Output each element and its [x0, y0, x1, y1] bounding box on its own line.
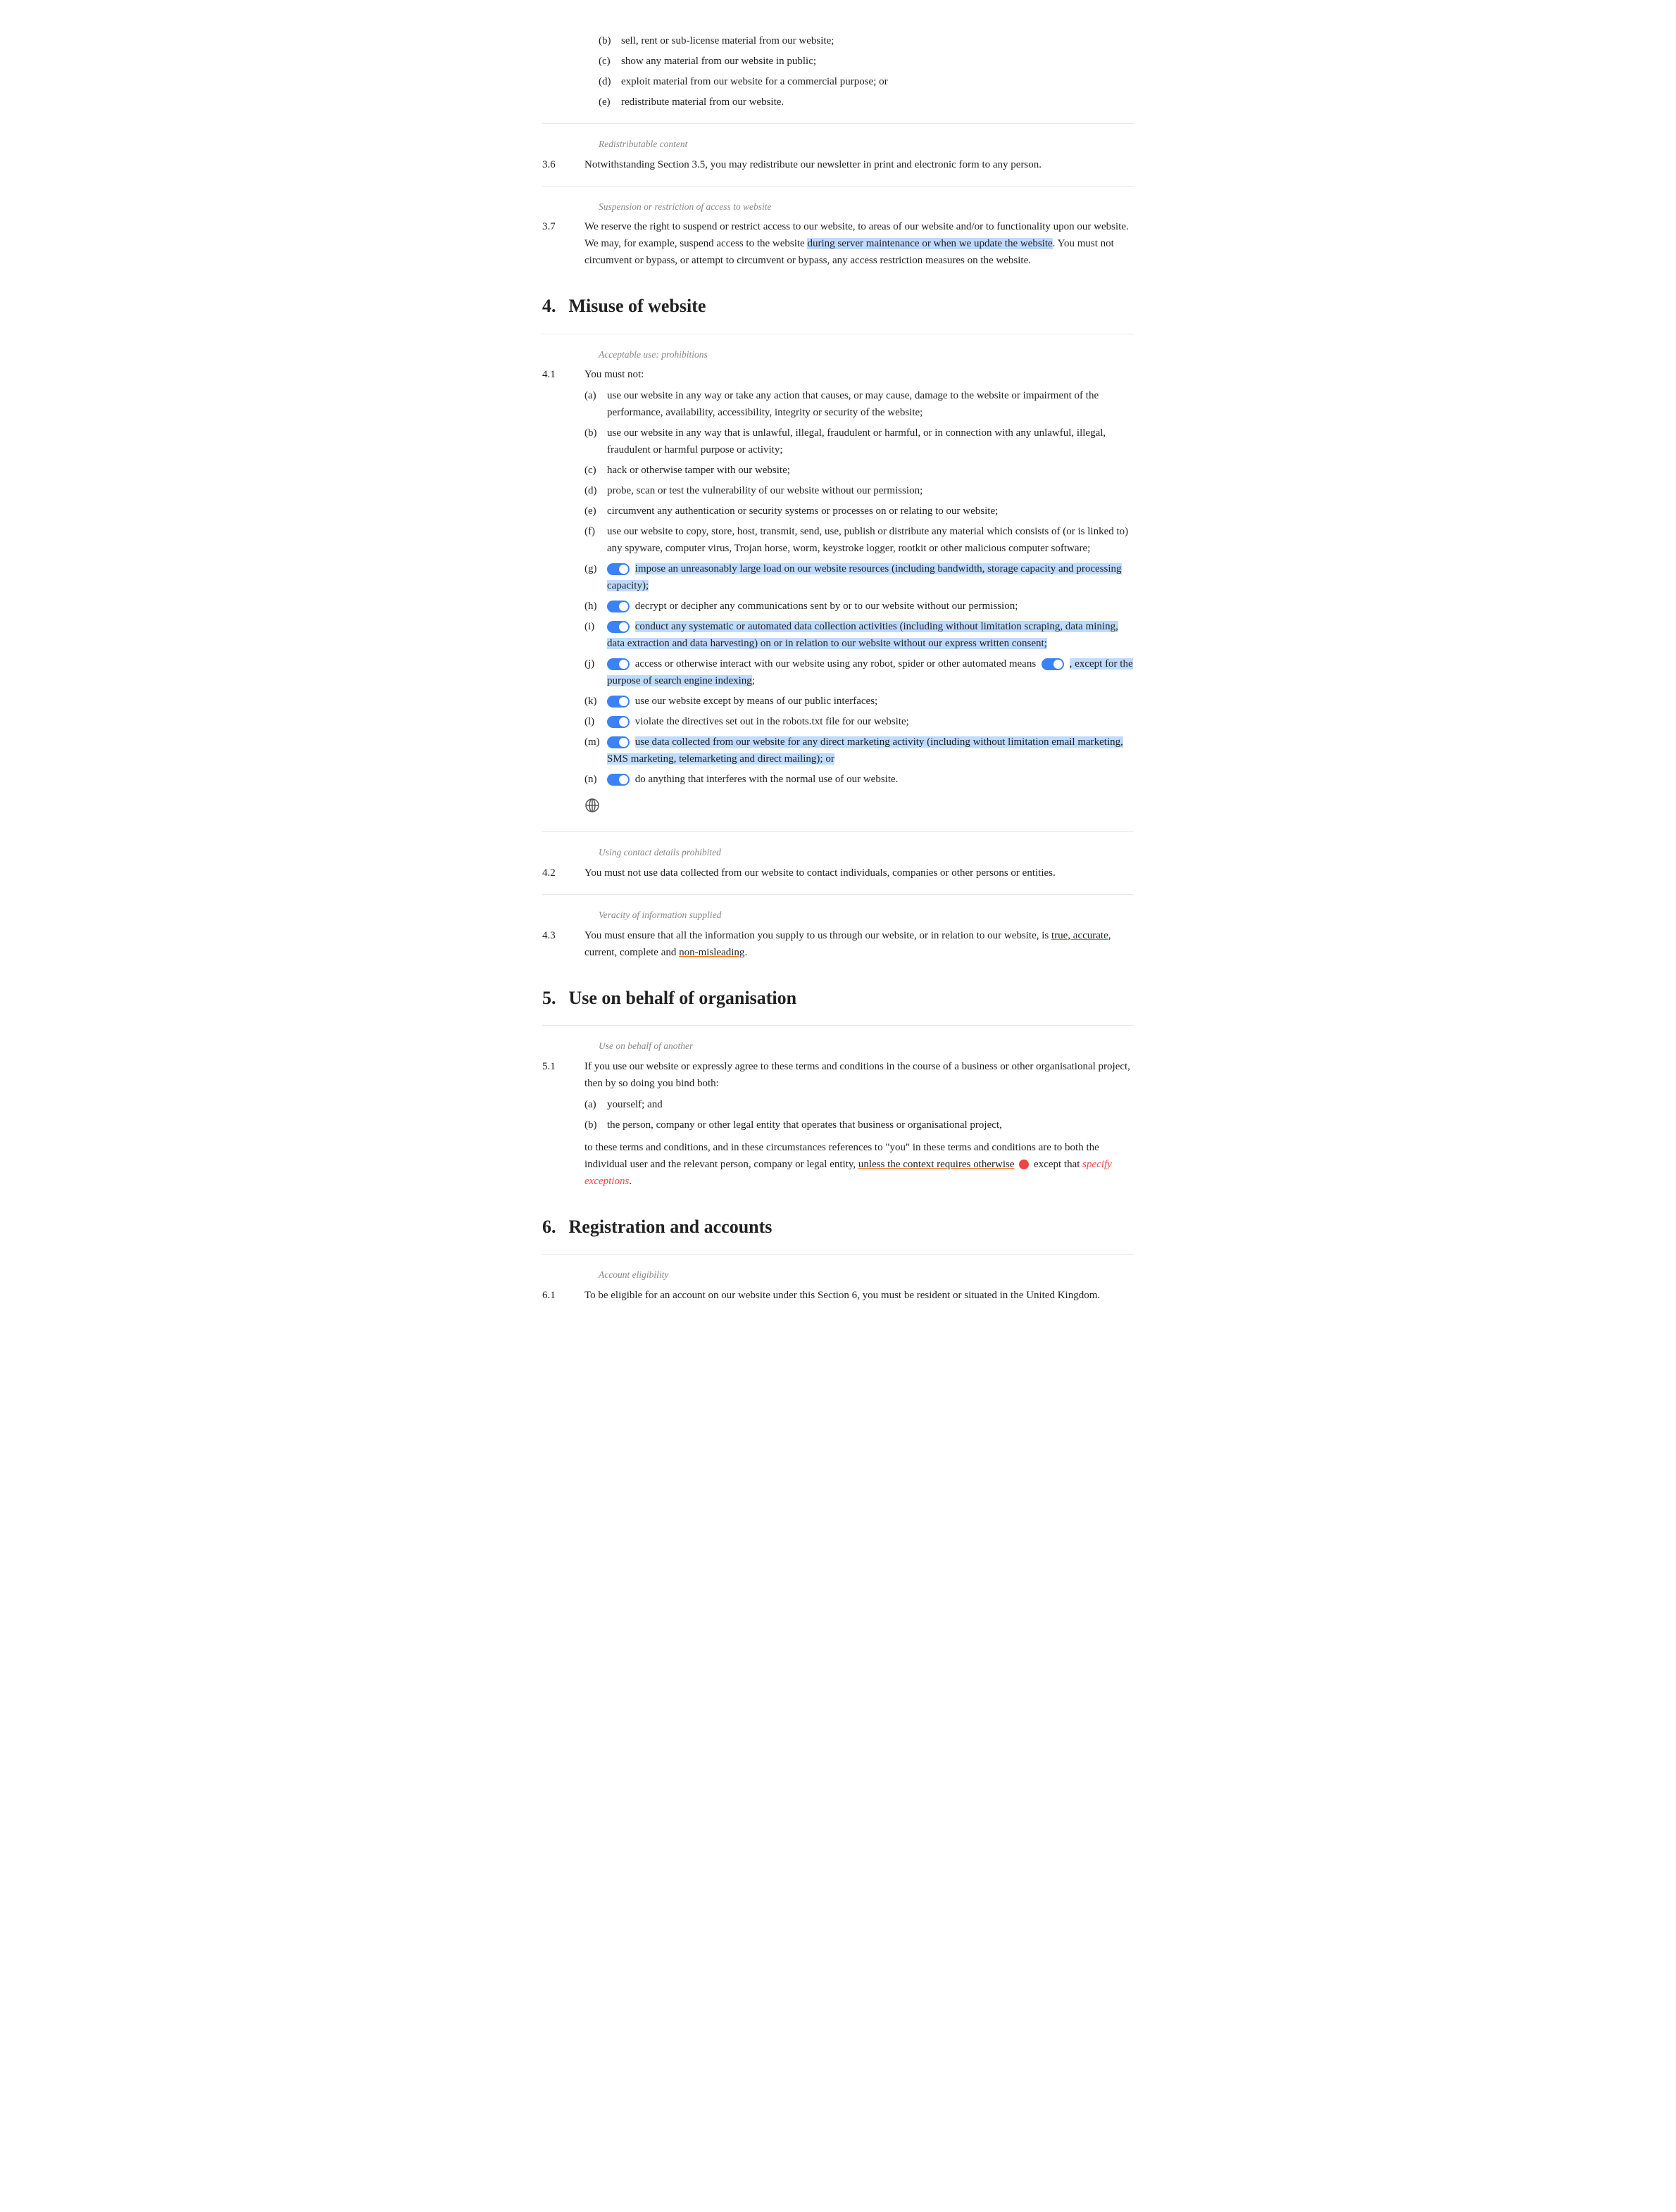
toggle-41h[interactable] [607, 601, 630, 612]
list-item-41e: (e) circumvent any authentication or sec… [584, 503, 1134, 520]
toggle-41l[interactable] [607, 716, 630, 728]
subsection-label-51: Use on behalf of another [599, 1038, 1134, 1054]
list-item-41n: (n) do anything that interferes with the… [584, 771, 1134, 788]
list-item-41m: (m) use data collected from our website … [584, 734, 1134, 767]
item-37: 3.7 We reserve the right to suspend or r… [542, 218, 1134, 269]
toggle-41j[interactable] [607, 658, 630, 670]
item-43: 4.3 You must ensure that all the informa… [542, 927, 1134, 961]
list-item-41g: (g) impose an unreasonably large load on… [584, 560, 1134, 594]
list-item-41f: (f) use our website to copy, store, host… [584, 523, 1134, 557]
list-item-41j: (j) access or otherwise interact with ou… [584, 655, 1134, 689]
list-item-51a: (a) yourself; and [584, 1096, 1134, 1113]
subsection-label-suspension: Suspension or restriction of access to w… [599, 199, 1134, 215]
divider [542, 123, 1134, 124]
item-51: 5.1 If you use our website or expressly … [542, 1058, 1134, 1190]
toggle-41i[interactable] [607, 621, 630, 633]
divider [542, 186, 1134, 187]
list-item-41k: (k) use our website except by means of o… [584, 693, 1134, 710]
list-item-51b: (b) the person, company or other legal e… [584, 1117, 1134, 1133]
toggle-41m[interactable] [607, 736, 630, 748]
list-item: (d) exploit material from our website fo… [599, 73, 1134, 90]
list-item-41d: (d) probe, scan or test the vulnerabilit… [584, 482, 1134, 499]
divider [542, 1025, 1134, 1026]
toggle-41n[interactable] [607, 774, 630, 786]
divider [542, 894, 1134, 895]
globe-icon [584, 798, 600, 813]
item-36: 3.6 Notwithstanding Section 3.5, you may… [542, 156, 1134, 173]
section-4-heading: 4. Misuse of website [542, 291, 1134, 321]
list-item-41a: (a) use our website in any way or take a… [584, 387, 1134, 421]
item-51-subpara: to these terms and conditions, and in th… [584, 1139, 1134, 1190]
toggle-41k[interactable] [607, 696, 630, 708]
list-item-41l: (l) violate the directives set out in th… [584, 713, 1134, 730]
list-item: (e) redistribute material from our websi… [599, 94, 1134, 111]
subsection-label-41: Acceptable use: prohibitions [599, 347, 1134, 363]
divider [542, 831, 1134, 832]
list-item: (c) show any material from our website i… [599, 53, 1134, 70]
section-6-heading: 6. Registration and accounts [542, 1212, 1134, 1242]
section-5-heading: 5. Use on behalf of organisation [542, 984, 1134, 1013]
toggle-41j-2[interactable] [1042, 658, 1064, 670]
list-item-41i: (i) conduct any systematic or automated … [584, 618, 1134, 652]
subsection-label-43: Veracity of information supplied [599, 907, 1134, 923]
list-item: (b) sell, rent or sub-license material f… [599, 32, 1134, 49]
divider [542, 1254, 1134, 1255]
item-61: 6.1 To be eligible for an account on our… [542, 1287, 1134, 1304]
item-42: 4.2 You must not use data collected from… [542, 865, 1134, 881]
list-item-41b: (b) use our website in any way that is u… [584, 425, 1134, 458]
subsection-label-42: Using contact details prohibited [599, 845, 1134, 860]
red-dot-icon [1019, 1160, 1029, 1169]
list-item-41h: (h) decrypt or decipher any communicatio… [584, 598, 1134, 615]
list-item-41c: (c) hack or otherwise tamper with our we… [584, 462, 1134, 479]
toggle-41g[interactable] [607, 563, 630, 575]
subsection-label-redistributable: Redistributable content [599, 137, 1134, 152]
item-41: 4.1 You must not: (a) use our website in… [542, 366, 1134, 792]
subsection-label-61: Account eligibility [599, 1267, 1134, 1283]
